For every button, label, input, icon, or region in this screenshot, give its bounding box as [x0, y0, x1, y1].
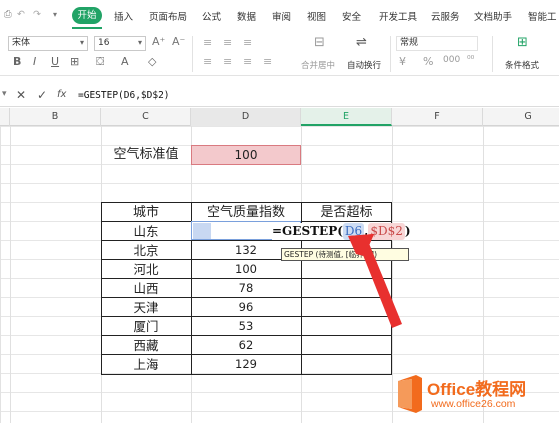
header-over-limit[interactable]: 是否超标 — [301, 203, 392, 222]
wrap-text-label[interactable]: 自动换行 — [347, 59, 381, 71]
standard-label[interactable]: 空气标准值 — [103, 145, 189, 164]
header-city[interactable]: 城市 — [101, 203, 191, 222]
preview-icon[interactable]: ⎙ — [4, 9, 12, 20]
grid-line — [10, 126, 11, 423]
cancel-icon[interactable]: ✕ — [16, 88, 26, 102]
currency-icon[interactable]: ¥ — [399, 55, 406, 68]
aqi-cell[interactable]: 78 — [191, 279, 301, 298]
ribbon-divider — [492, 36, 493, 72]
tab-start[interactable]: 开始 — [72, 7, 102, 24]
aqi-cell[interactable]: 62 — [191, 336, 301, 355]
name-box-dropdown-icon[interactable]: ▾ — [2, 89, 7, 99]
increase-font-icon[interactable]: A⁺ — [152, 35, 165, 48]
standard-value: 100 — [234, 148, 258, 162]
border-icon[interactable]: ⊞ — [70, 55, 79, 68]
column-header-row: B C D E F G — [0, 108, 559, 126]
align-top-icon[interactable]: ≡ — [203, 36, 212, 49]
decrease-font-icon[interactable]: A⁻ — [172, 35, 185, 48]
column-header-g[interactable]: G — [483, 108, 559, 126]
header-aqi[interactable]: 空气质量指数 — [191, 203, 301, 222]
tab-insert[interactable]: 插入 — [114, 9, 133, 23]
increase-decimal-icon[interactable]: ⁰⁰ — [467, 55, 474, 65]
bold-icon[interactable]: B — [13, 55, 21, 68]
conditional-format-label[interactable]: 条件格式 — [505, 59, 539, 71]
city-cell[interactable]: 河北 — [101, 260, 191, 279]
quick-access-dropdown-icon[interactable]: ▾ — [53, 10, 57, 19]
tab-developer[interactable]: 开发工具 — [379, 9, 417, 23]
confirm-icon[interactable]: ✓ — [37, 88, 47, 102]
chevron-down-icon[interactable]: ▾ — [138, 38, 142, 47]
aqi-cell[interactable]: 129 — [191, 355, 301, 374]
tab-page-layout[interactable]: 页面布局 — [149, 9, 187, 23]
ribbon-toolbar: 宋体 ▾ 16 ▾ A⁺ A⁻ B I U ⊞ ⛋ A ◇ ≡ ≡ ≡ ≡ ≡ … — [0, 32, 559, 76]
align-middle-icon[interactable]: ≡ — [223, 36, 232, 49]
column-header-d[interactable]: D — [191, 108, 301, 126]
column-header-e[interactable]: E — [301, 108, 392, 126]
undo-icon[interactable]: ↶ — [17, 9, 25, 20]
align-left-icon[interactable]: ≡ — [203, 55, 212, 68]
watermark-logo: Office教程网 www.office26.com — [396, 373, 554, 417]
city-cell[interactable]: 西藏 — [101, 336, 191, 355]
thousands-icon[interactable]: 000 — [443, 55, 460, 65]
column-header-f[interactable]: F — [392, 108, 483, 126]
city-cell[interactable]: 上海 — [101, 355, 191, 374]
font-name-select[interactable]: 宋体 — [8, 36, 88, 51]
font-color-icon[interactable]: A — [121, 55, 129, 68]
formula-bar: ▾ ✕ ✓ fx =GESTEP(D6,$D$2) — [0, 85, 559, 107]
ribbon-divider — [390, 36, 391, 72]
number-format-select[interactable]: 常规 — [396, 36, 478, 51]
tab-data[interactable]: 数据 — [237, 9, 256, 23]
conditional-format-icon[interactable]: ⊞ — [517, 35, 528, 50]
chevron-down-icon[interactable]: ▾ — [80, 38, 84, 47]
city-cell[interactable]: 天津 — [101, 298, 191, 317]
clear-format-icon[interactable]: ◇ — [148, 55, 156, 68]
fill-color-icon[interactable]: ⛋ — [96, 55, 104, 69]
column-header-b[interactable]: B — [10, 108, 101, 126]
fx-icon[interactable]: fx — [57, 89, 66, 100]
city-cell[interactable]: 北京 — [101, 241, 191, 260]
tab-docs-assistant[interactable]: 文档助手 — [474, 9, 512, 23]
red-arrow-annotation — [348, 234, 402, 328]
column-header-c[interactable]: C — [101, 108, 191, 126]
city-cell[interactable]: 山东 — [101, 222, 191, 241]
menu-tab-bar: ⎙ ↶ ↷ ▾ 开始 插入 页面布局 公式 数据 审阅 视图 安全 开发工具 云… — [0, 0, 559, 32]
wrap-text-icon[interactable]: ⇌ — [356, 35, 367, 50]
italic-icon[interactable]: I — [33, 55, 36, 68]
tab-cloud[interactable]: 云服务 — [431, 9, 460, 23]
justify-icon[interactable]: ≡ — [263, 55, 272, 68]
ribbon-divider — [192, 36, 193, 72]
aqi-cell[interactable]: 100 — [191, 260, 301, 279]
underline-icon[interactable]: U — [51, 55, 59, 68]
tab-security[interactable]: 安全 — [342, 9, 361, 23]
tab-formula[interactable]: 公式 — [202, 9, 221, 23]
watermark-url: www.office26.com — [431, 398, 516, 410]
aqi-cell[interactable]: 96 — [191, 298, 301, 317]
city-cell[interactable]: 厦门 — [101, 317, 191, 336]
tab-view[interactable]: 视图 — [307, 9, 326, 23]
watermark-brand: Office教程网 — [427, 380, 527, 399]
city-cell[interactable]: 山西 — [101, 279, 191, 298]
aqi-cell[interactable]: 53 — [191, 317, 301, 336]
table-border — [101, 374, 392, 375]
align-right-icon[interactable]: ≡ — [243, 55, 252, 68]
merge-center-label[interactable]: 合并居中 — [301, 59, 335, 71]
redo-icon[interactable]: ↷ — [33, 9, 41, 20]
office-logo-icon — [398, 375, 422, 413]
percent-icon[interactable]: % — [423, 55, 433, 68]
tab-review[interactable]: 审阅 — [272, 9, 291, 23]
active-tab-underline — [72, 27, 102, 29]
align-center-icon[interactable]: ≡ — [223, 55, 232, 68]
align-bottom-icon[interactable]: ≡ — [243, 36, 252, 49]
tab-smart[interactable]: 智能工 — [528, 9, 557, 23]
formula-input[interactable]: =GESTEP(D6,$D$2) — [78, 88, 556, 104]
merge-center-icon[interactable]: ⊟ — [314, 35, 325, 50]
corner-cell[interactable] — [0, 108, 10, 126]
